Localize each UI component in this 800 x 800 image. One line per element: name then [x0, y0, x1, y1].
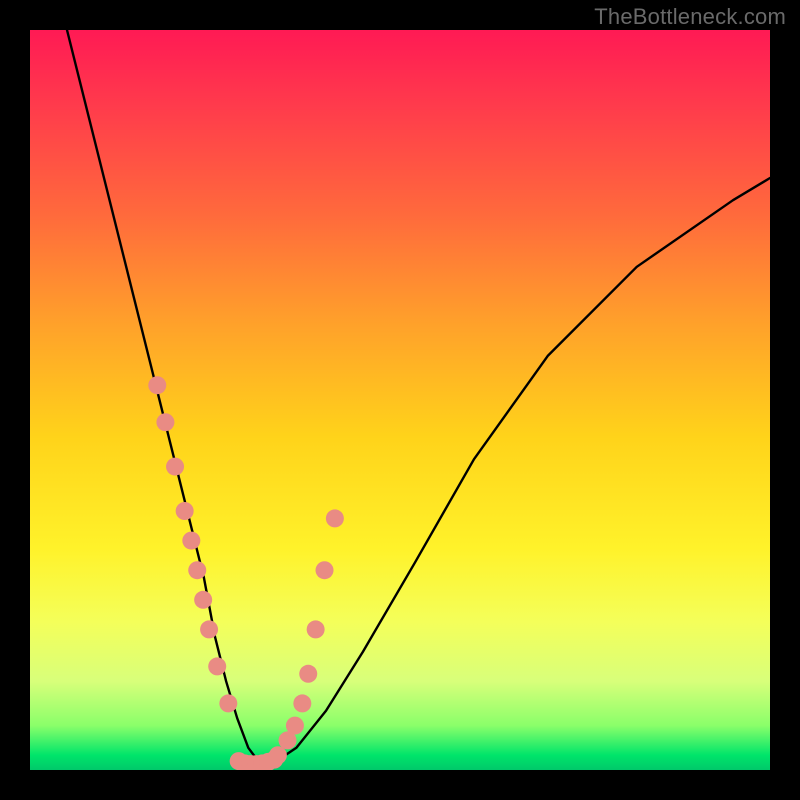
- marker-dot: [299, 665, 317, 683]
- marker-dot: [188, 561, 206, 579]
- marker-dot: [200, 620, 218, 638]
- marker-dot: [316, 561, 334, 579]
- marker-dot: [194, 591, 212, 609]
- marker-dot: [148, 376, 166, 394]
- marker-dot: [182, 532, 200, 550]
- marker-dot: [219, 694, 237, 712]
- chart-svg: [30, 30, 770, 770]
- marker-dot: [166, 458, 184, 476]
- marker-dot: [265, 751, 283, 769]
- watermark-text: TheBottleneck.com: [594, 4, 786, 30]
- marker-dot: [156, 413, 174, 431]
- chart-frame: TheBottleneck.com: [0, 0, 800, 800]
- marker-dot: [293, 694, 311, 712]
- series-path: [67, 30, 770, 763]
- marker-dot: [326, 509, 344, 527]
- marker-dot: [176, 502, 194, 520]
- marker-dot: [208, 657, 226, 675]
- marker-dot: [307, 620, 325, 638]
- plot-area: [30, 30, 770, 770]
- marker-dot: [286, 717, 304, 735]
